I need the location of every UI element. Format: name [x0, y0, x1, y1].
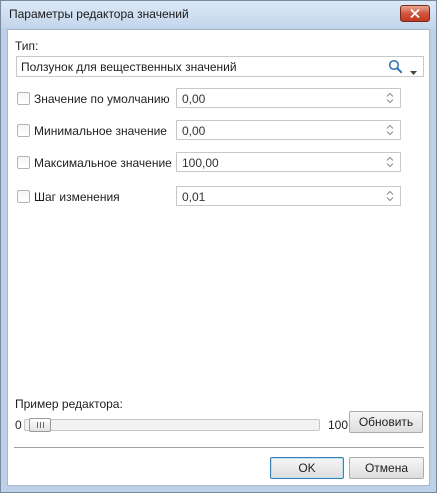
title-bar[interactable]: Параметры редактора значений	[1, 1, 436, 28]
chevron-down-icon[interactable]	[410, 64, 417, 78]
cancel-button[interactable]: Отмена	[349, 457, 424, 479]
preview-label: Пример редактора:	[15, 397, 123, 411]
slider-min-label: 0	[15, 418, 22, 432]
max-value-field[interactable]: 100,00	[182, 156, 219, 170]
search-icon[interactable]	[388, 59, 403, 77]
footer-divider	[14, 447, 424, 448]
close-button[interactable]	[400, 5, 430, 22]
step-field[interactable]: 0,01	[182, 190, 205, 204]
refresh-button[interactable]: Обновить	[349, 411, 423, 433]
default-value-field[interactable]: 0,00	[182, 92, 205, 106]
default-value-label: Значение по умолчанию	[34, 92, 170, 106]
default-value-checkbox[interactable]	[17, 92, 30, 105]
close-icon	[410, 9, 420, 18]
default-value-spinner[interactable]: 0,00	[176, 88, 401, 108]
type-combobox-value: Ползунок для вещественных значений	[21, 60, 237, 74]
min-value-checkbox[interactable]	[17, 124, 30, 137]
slider-thumb[interactable]	[29, 418, 51, 432]
min-value-label: Минимальное значение	[34, 124, 167, 138]
max-value-label: Максимальное значение	[34, 156, 172, 170]
dialog-window: Параметры редактора значений Тип: Ползун…	[0, 0, 437, 493]
spinner-arrows-icon[interactable]	[386, 92, 394, 104]
step-label: Шаг изменения	[34, 190, 120, 204]
spinner-arrows-icon[interactable]	[386, 156, 394, 168]
slider-max-label: 100	[328, 418, 349, 432]
spinner-arrows-icon[interactable]	[386, 124, 394, 136]
type-label: Тип:	[15, 39, 39, 53]
max-value-spinner[interactable]: 100,00	[176, 152, 401, 172]
dialog-body: Тип: Ползунок для вещественных значений …	[7, 29, 430, 486]
min-value-spinner[interactable]: 0,00	[176, 120, 401, 140]
step-checkbox[interactable]	[17, 190, 30, 203]
spinner-arrows-icon[interactable]	[386, 190, 394, 202]
max-value-checkbox[interactable]	[17, 156, 30, 169]
min-value-field[interactable]: 0,00	[182, 124, 205, 138]
ok-button[interactable]: OK	[270, 457, 344, 479]
type-combobox[interactable]: Ползунок для вещественных значений	[16, 56, 424, 77]
preview-slider[interactable]	[24, 418, 320, 432]
window-title: Параметры редактора значений	[9, 7, 189, 21]
step-spinner[interactable]: 0,01	[176, 186, 401, 206]
